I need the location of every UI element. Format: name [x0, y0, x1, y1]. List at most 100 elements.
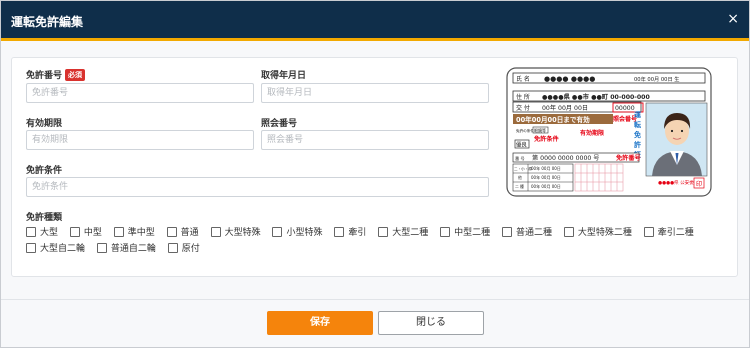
checkbox-label: 中型二種 [454, 228, 491, 238]
issue-label: 交 付 [516, 104, 530, 112]
number-value: 第 0000 0000 0000 号 [532, 154, 599, 162]
checkbox-label: 大型特殊二種 [577, 228, 632, 238]
vertical-char: 運 [634, 110, 642, 119]
conditions-annotation: 免許条件 [534, 135, 560, 143]
checkbox-box[interactable] [440, 226, 451, 237]
expiry-label: 有効期限 [26, 119, 63, 129]
number-label: 番 号 [515, 155, 525, 162]
checkbox-ogata-tokushu-nishu[interactable]: 大型特殊二種 [563, 225, 632, 238]
history-label: 他 [518, 175, 522, 180]
official-seal-text: 印 [696, 181, 702, 188]
checkbox-label: 中型 [83, 228, 102, 238]
checkbox-box[interactable] [210, 226, 221, 237]
vertical-char: 許 [634, 140, 641, 149]
checkbox-ogata-tokushu[interactable]: 大型特殊 [210, 225, 261, 238]
checkbox-futsu-jinirin[interactable]: 普通自二輪 [96, 241, 156, 254]
checkbox-box[interactable] [272, 226, 283, 237]
condition-stamp: 眼鏡等 [534, 127, 546, 133]
dialog-title: 運転免許編集 [11, 15, 84, 29]
license-number-label: 免許番号 必須 [26, 68, 86, 81]
vertical-char: 免 [634, 130, 641, 139]
checkbox-chugata-nishu[interactable]: 中型二種 [440, 225, 490, 238]
person-eye [670, 129, 674, 133]
category-grid [574, 163, 624, 192]
checkbox-label: 大型自二輪 [40, 244, 86, 254]
license-types-row-1: 大型 中型 準中型 普通 大型特殊 小型特殊 牽引 大型二種 中型二種 普通二種… [26, 225, 703, 240]
checkbox-ogata-jinirin[interactable]: 大型自二輪 [26, 241, 85, 254]
checkbox-futsu-nishu[interactable]: 普通二種 [502, 225, 552, 238]
checkbox-box[interactable] [69, 226, 80, 237]
close-icon[interactable]: × [727, 11, 739, 27]
checkbox-label: 小型特殊 [286, 228, 323, 238]
checkbox-box[interactable] [166, 226, 177, 237]
conditions-label: 免許条件 [26, 166, 63, 176]
photo [645, 102, 708, 177]
checkbox-box[interactable] [96, 242, 107, 253]
history-value: 00年 00月 00日 [531, 165, 561, 171]
required-badge: 必須 [65, 69, 86, 81]
save-button[interactable]: 保存 [267, 311, 373, 335]
checkbox-box[interactable] [334, 226, 345, 237]
acquired-date-input[interactable] [261, 83, 489, 103]
checkbox-box[interactable] [26, 242, 36, 253]
license-edit-dialog: 運転免許編集 × 免許番号必須 取得年月日 有効期限 照会番号 免許条件 免許種… [0, 0, 750, 348]
footer-divider [1, 299, 749, 300]
checkbox-label: 牽引二種 [657, 228, 694, 238]
reference-number-input[interactable] [261, 130, 489, 150]
license-number-input[interactable] [26, 83, 254, 103]
checkbox-box[interactable] [563, 226, 574, 237]
close-button[interactable]: 閉じる [378, 311, 484, 335]
checkbox-label: 大型 [40, 228, 59, 238]
license-number-annotation: 免許番号 [616, 154, 641, 162]
checkbox-kenin[interactable]: 牽引 [334, 225, 366, 238]
address-value: ●●●●県 ●●市 ●●町 00-000-000 [542, 93, 650, 101]
vertical-title: 運 転 免 許 証 [634, 110, 642, 159]
license-types-row-2: 大型自二輪 普通自二輪 原付 [26, 241, 209, 256]
history-value: 00年 00月 00日 [531, 174, 561, 180]
name-label: 氏 名 [516, 75, 530, 83]
gold-label: 優良 [516, 141, 527, 149]
license-types-label: 免許種類 [26, 213, 63, 223]
checkbox-label: 普通二種 [516, 228, 553, 238]
dialog-header: 運転免許編集 × [1, 1, 749, 41]
vertical-char: 転 [634, 120, 641, 129]
checkbox-gentsuki[interactable]: 原付 [167, 241, 200, 254]
person-eye [680, 129, 684, 133]
checkbox-kogata-tokushu[interactable]: 小型特殊 [272, 225, 322, 238]
checkbox-label: 大型二種 [392, 228, 429, 238]
checkbox-label: 大型特殊 [224, 228, 261, 238]
history-label: 二・小・原 [514, 166, 532, 171]
issue-value: 00年 00月 00日 [542, 104, 588, 112]
checkbox-box[interactable] [113, 226, 124, 237]
history-label: 二 種 [515, 184, 524, 189]
checkbox-ogata[interactable]: 大型 [26, 225, 58, 238]
issue-number: 00000 [615, 105, 635, 112]
conditions-input[interactable] [26, 177, 489, 197]
history-value: 00年 00月 00日 [531, 183, 561, 189]
checkbox-box[interactable] [502, 226, 513, 237]
address-label: 住 所 [516, 93, 530, 101]
checkbox-junchugata[interactable]: 準中型 [113, 225, 155, 238]
checkbox-label: 牽引 [348, 228, 367, 238]
checkbox-kenin-nishu[interactable]: 牽引二種 [643, 225, 694, 238]
acquired-date-label: 取得年月日 [261, 71, 307, 81]
checkbox-box[interactable] [643, 226, 654, 237]
checkbox-label: 原付 [181, 244, 200, 254]
checkbox-box[interactable] [26, 226, 36, 237]
checkbox-label: 普通 [180, 228, 199, 238]
checkbox-futsu[interactable]: 普通 [166, 225, 199, 238]
checkbox-label: 普通自二輪 [110, 244, 156, 254]
reference-number-label: 照会番号 [261, 119, 298, 129]
expiry-band-text: 00年00月00日まで有効 [516, 115, 590, 124]
checkbox-label: 準中型 [127, 228, 155, 238]
name-value: ●●●● ●●●● [544, 75, 595, 83]
checkbox-box[interactable] [167, 242, 178, 253]
license-card-illustration: 氏 名 ●●●● ●●●● 00年 00月 00日 生 住 所 ●●●●県 ●●… [506, 67, 712, 197]
expiry-annotation: 有効期限 [580, 129, 604, 137]
expiry-input[interactable] [26, 130, 254, 150]
checkbox-ogata-nishu[interactable]: 大型二種 [378, 225, 428, 238]
checkbox-box[interactable] [378, 226, 389, 237]
birth-date: 00年 00月 00日 生 [634, 75, 680, 83]
license-number-label-text: 免許番号 [26, 71, 63, 81]
checkbox-chugata[interactable]: 中型 [69, 225, 102, 238]
